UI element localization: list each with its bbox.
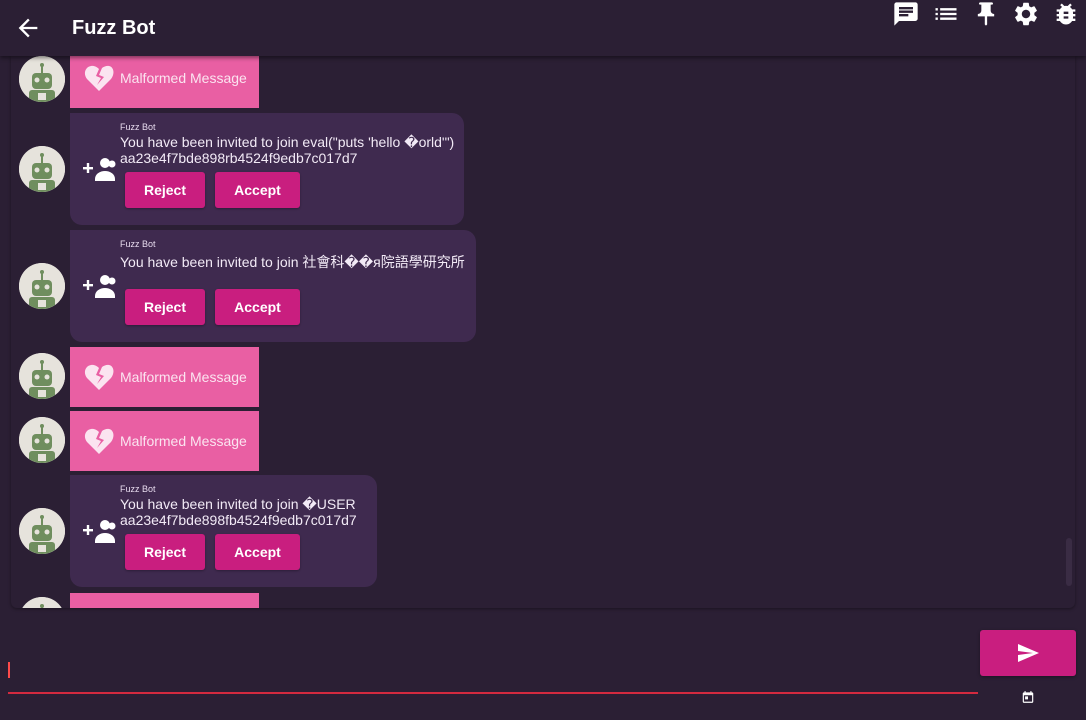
avatar[interactable] <box>19 263 65 309</box>
malformed-message: Malformed Message <box>70 347 259 407</box>
back-button[interactable] <box>14 14 42 42</box>
robot-avatar-icon <box>19 508 65 554</box>
robot-avatar-icon <box>19 263 65 309</box>
text-caret <box>8 662 10 678</box>
malformed-message: Malformed Message <box>70 56 259 108</box>
message-timeline[interactable]: Malformed Message Fuzz Bot You have been… <box>11 56 1075 608</box>
robot-avatar-icon <box>19 417 65 463</box>
robot-avatar-icon <box>19 146 65 192</box>
reject-button[interactable]: Reject <box>125 172 205 208</box>
send-icon <box>1018 644 1039 662</box>
arrow-back-icon <box>18 18 38 38</box>
list-button[interactable] <box>932 0 960 28</box>
avatar[interactable] <box>19 597 65 608</box>
sender-name: Fuzz Bot <box>120 484 156 494</box>
invite-line: You have been invited to join 社會科��я院語學研… <box>120 254 465 270</box>
threads-button[interactable] <box>892 0 920 28</box>
message-input[interactable] <box>8 650 978 694</box>
accept-button[interactable]: Accept <box>215 289 300 325</box>
invite-message: Fuzz Bot You have been invited to join 社… <box>70 230 476 342</box>
robot-avatar-icon <box>19 597 65 608</box>
room-title: Fuzz Bot <box>72 17 156 39</box>
malformed-message: Malformed Message <box>70 411 259 471</box>
send-button[interactable] <box>980 630 1076 676</box>
bug-icon <box>1056 3 1076 25</box>
schedule-button[interactable] <box>1021 690 1035 704</box>
accept-button[interactable]: Accept <box>215 172 300 208</box>
avatar[interactable] <box>19 417 65 463</box>
avatar[interactable] <box>19 508 65 554</box>
robot-avatar-icon <box>19 353 65 399</box>
group-add-icon <box>83 158 116 181</box>
settings-button[interactable] <box>1012 0 1040 28</box>
invite-line: aa23e4f7bde898fb4524f9edb7c017d7 <box>120 512 357 528</box>
malformed-message-text: Malformed Message <box>120 70 247 86</box>
app-bar: Fuzz Bot <box>0 0 1086 56</box>
list-icon <box>935 8 957 20</box>
malformed-message <box>70 593 259 608</box>
broken-heart-icon <box>84 428 114 454</box>
group-add-icon <box>83 520 116 543</box>
timeline-scrollbar[interactable] <box>1066 538 1072 586</box>
avatar[interactable] <box>19 353 65 399</box>
accept-button[interactable]: Accept <box>215 534 300 570</box>
invite-message: Fuzz Bot You have been invited to join e… <box>70 113 464 225</box>
avatar[interactable] <box>19 56 65 102</box>
malformed-message-text: Malformed Message <box>120 369 247 385</box>
pin-icon <box>977 2 995 26</box>
invite-text: You have been invited to join �USER aa23… <box>120 496 357 528</box>
group-add-icon <box>83 275 116 298</box>
invite-line: You have been invited to join �USER <box>120 496 356 512</box>
avatar[interactable] <box>19 146 65 192</box>
pinned-button[interactable] <box>972 0 1000 28</box>
invite-line: You have been invited to join eval("puts… <box>120 134 455 150</box>
malformed-message-text: Malformed Message <box>120 433 247 449</box>
schedule-icon <box>1022 691 1034 703</box>
invite-text: You have been invited to join eval("puts… <box>120 134 454 166</box>
sender-name: Fuzz Bot <box>120 122 156 132</box>
broken-heart-icon <box>84 364 114 390</box>
robot-avatar-icon <box>19 56 65 102</box>
invite-message: Fuzz Bot You have been invited to join �… <box>70 475 377 587</box>
settings-icon <box>1015 2 1037 26</box>
reject-button[interactable]: Reject <box>125 534 205 570</box>
sender-name: Fuzz Bot <box>120 239 156 249</box>
broken-heart-icon <box>84 65 114 91</box>
debug-button[interactable] <box>1052 0 1080 28</box>
invite-text: You have been invited to join 社會科��я院語學研… <box>120 254 465 270</box>
reject-button[interactable]: Reject <box>125 289 205 325</box>
invite-line: aa23e4f7bde898rb4524f9edb7c017d7 <box>120 150 358 166</box>
chat-icon <box>894 2 918 26</box>
